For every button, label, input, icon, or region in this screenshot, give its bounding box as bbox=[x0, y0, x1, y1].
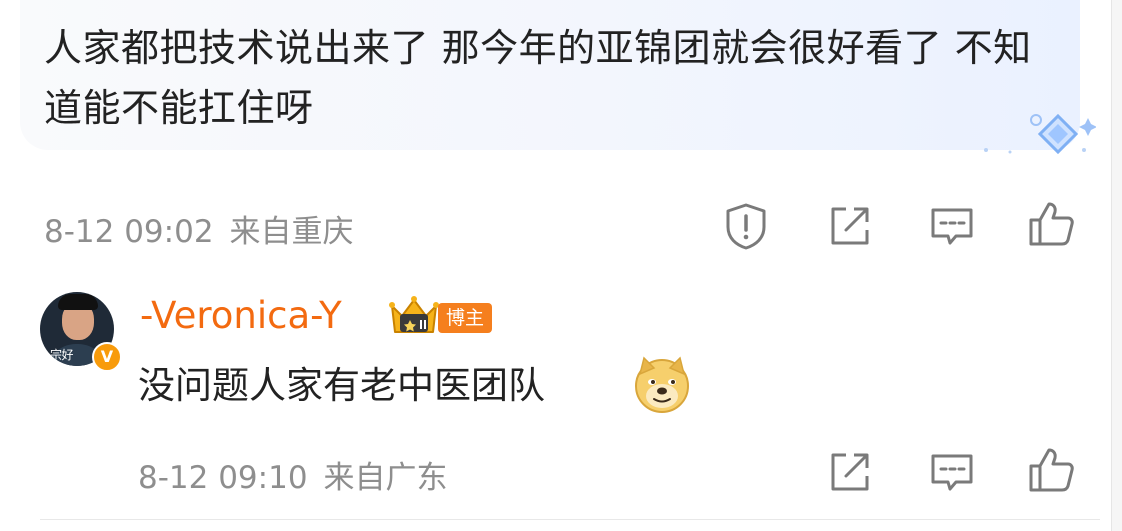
reply-comment-button[interactable] bbox=[926, 446, 978, 498]
reply-like-button[interactable] bbox=[1026, 444, 1078, 496]
comment-text: 人家都把技术说出来了 那今年的亚锦团就会很好看了 不知道能不能扛住呀 bbox=[44, 26, 1032, 130]
avatar-caption: 宗好 bbox=[50, 348, 74, 362]
verified-badge-icon: V bbox=[92, 342, 122, 372]
comment-thread: 人家都把技术说出来了 那今年的亚锦团就会很好看了 不知道能不能扛住呀 8-12 … bbox=[0, 0, 1122, 531]
report-button[interactable] bbox=[720, 200, 772, 252]
avatar-hair bbox=[58, 294, 98, 310]
crown-badge-icon bbox=[389, 296, 439, 333]
like-button[interactable] bbox=[1026, 198, 1078, 250]
share-button[interactable] bbox=[824, 200, 876, 252]
comment-button[interactable] bbox=[926, 200, 978, 252]
comment-bubble-icon bbox=[931, 208, 973, 245]
divider bbox=[40, 519, 1100, 520]
thumbs-up-icon bbox=[1029, 448, 1074, 492]
comment-bubble-icon bbox=[931, 454, 973, 491]
diamond-decoration-icon bbox=[984, 113, 1096, 155]
reply-meta: 8-12 09:10 来自广东 bbox=[138, 452, 448, 497]
comment-location: 来自重庆 bbox=[229, 214, 354, 250]
reply-share-button[interactable] bbox=[824, 446, 876, 498]
reply-text: 没问题人家有老中医团队 bbox=[138, 364, 545, 407]
share-edit-icon bbox=[831, 453, 869, 491]
report-exclamation-icon bbox=[726, 203, 766, 250]
reply-time: 8-12 09:10 bbox=[138, 460, 308, 496]
comment-time: 8-12 09:02 bbox=[44, 214, 214, 250]
reply-username[interactable]: -Veronica-Y bbox=[140, 294, 342, 337]
author-badge: 博主 bbox=[438, 303, 493, 333]
doge-emoji-icon bbox=[635, 356, 689, 413]
scrollbar[interactable] bbox=[1111, 0, 1122, 531]
share-edit-icon bbox=[831, 207, 869, 245]
reply-location: 来自广东 bbox=[323, 460, 448, 496]
comment-meta: 8-12 09:02 来自重庆 bbox=[44, 206, 354, 251]
thumbs-up-icon bbox=[1029, 202, 1074, 246]
